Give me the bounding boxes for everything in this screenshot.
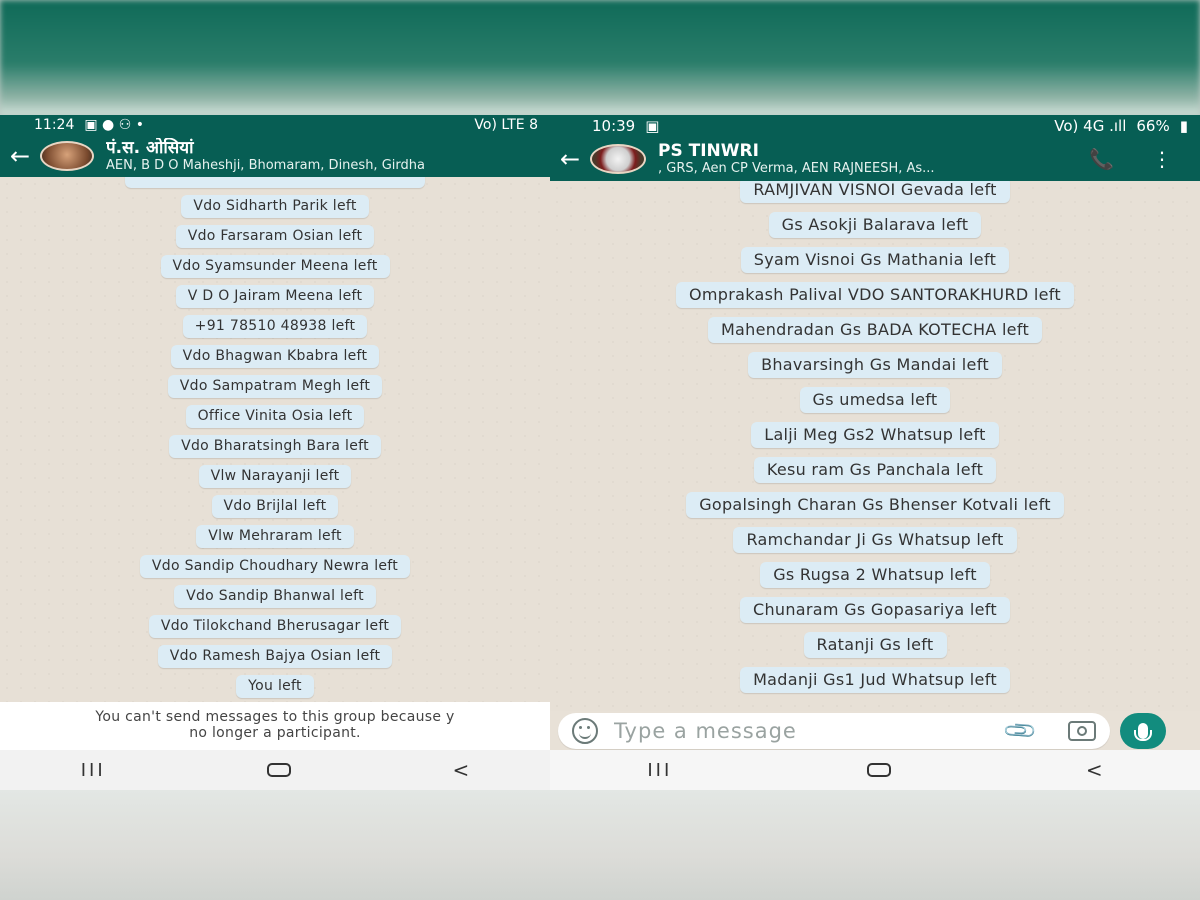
recent-apps-button[interactable]: III <box>81 760 106 781</box>
attach-icon[interactable]: 📎 <box>1002 712 1039 749</box>
more-options-icon[interactable]: ⋮ <box>1152 147 1172 171</box>
message-input[interactable] <box>614 719 997 743</box>
system-message: Omprakash Palival VDO SANTORAKHURD left <box>676 282 1074 308</box>
status-bar: 11:24 ▣ ● ⚇ • Vo) LTE 8 <box>0 115 550 135</box>
system-message: Chunaram Gs Gopasariya left <box>740 597 1010 623</box>
status-time: 10:39 <box>592 117 636 135</box>
system-message: Bhavarsingh Gs Mandai left <box>748 352 1002 378</box>
not-participant-notice: You can't send messages to this group be… <box>0 702 550 750</box>
nav-back-button[interactable]: < <box>1086 758 1103 782</box>
system-message: Ratanji Gs left <box>803 632 947 658</box>
message-input-box[interactable]: 📎 <box>558 712 1110 750</box>
system-message: Vdo Sidharth Parik left <box>181 195 369 218</box>
system-message: Gopalsingh Charan Gs Bhenser Kotvali lef… <box>686 492 1064 518</box>
signal-icon: Vo) LTE 8 <box>474 117 538 133</box>
home-button[interactable] <box>867 763 892 777</box>
system-message: Lalji Meg Gs2 Whatsup left <box>751 422 999 448</box>
system-message: Vdo Sandip Choudhary Newra left <box>139 555 411 578</box>
camera-icon[interactable] <box>1068 721 1096 741</box>
system-message: Gs Asokji Balarava left <box>768 212 982 238</box>
system-message-partial: . <box>125 177 425 188</box>
voice-record-button[interactable] <box>1120 713 1166 749</box>
battery-icon: ▮ <box>1179 117 1188 135</box>
notice-line-1: You can't send messages to this group be… <box>95 709 455 725</box>
group-title: पं.स. ओसियां <box>106 138 194 158</box>
group-avatar[interactable] <box>40 141 94 171</box>
message-list: RAMJIVAN VISNOI Gevada left Gs Asokji Ba… <box>550 181 1200 693</box>
group-participants: , GRS, Aen CP Verma, AEN RAJNEESH, As... <box>658 161 935 176</box>
blurred-background-header <box>0 0 1200 115</box>
chat-title-block[interactable]: PS TINWRI , GRS, Aen CP Verma, AEN RAJNE… <box>658 141 1089 177</box>
chat-title-block[interactable]: पं.स. ओसियां AEN, B D O Maheshji, Bhomar… <box>106 138 550 174</box>
status-bar: 10:39 ▣ Vo) 4G .ıll 66% ▮ <box>550 115 1200 137</box>
system-message: Madanji Gs1 Jud Whatsup left <box>740 667 1010 693</box>
left-phone-screenshot: 11:24 ▣ ● ⚇ • Vo) LTE 8 ← पं.स. ओसियां A… <box>0 115 550 790</box>
system-message: Vdo Syamsunder Meena left <box>160 255 390 278</box>
system-message: Gs umedsa left <box>799 387 951 413</box>
right-phone-screenshot: 10:39 ▣ Vo) 4G .ıll 66% ▮ ← PS TINWRI , … <box>550 115 1200 790</box>
system-message: Vdo Sampatram Megh left <box>167 375 383 398</box>
system-message: Vdo Ramesh Bajya Osian left <box>157 645 393 668</box>
notification-icons: ▣ ● ⚇ • <box>84 117 144 133</box>
group-participants: AEN, B D O Maheshji, Bhomaram, Dinesh, G… <box>106 158 425 173</box>
android-nav-bar: III < <box>0 750 550 790</box>
message-list: . Vdo Sidharth Parik left Vdo Farsaram O… <box>0 177 550 698</box>
system-message: +91 78510 48938 left <box>182 315 368 338</box>
system-message: Vdo Bharatsingh Bara left <box>169 435 381 458</box>
system-message: Vlw Mehraram left <box>196 525 354 548</box>
chat-header: ← PS TINWRI , GRS, Aen CP Verma, AEN RAJ… <box>550 137 1200 181</box>
signal-icon: Vo) 4G .ıll <box>1054 117 1127 135</box>
microphone-icon <box>1134 723 1152 741</box>
emoji-icon[interactable] <box>572 718 598 744</box>
system-message: Kesu ram Gs Panchala left <box>753 457 997 483</box>
system-message: Vdo Bhagwan Kbabra left <box>170 345 380 368</box>
system-message: Mahendradan Gs BADA KOTECHA left <box>707 317 1043 343</box>
chat-area[interactable]: . Vdo Sidharth Parik left Vdo Farsaram O… <box>0 177 550 702</box>
system-message: RAMJIVAN VISNOI Gevada left <box>740 181 1010 203</box>
battery-percent: 66% <box>1136 117 1170 135</box>
group-avatar[interactable] <box>590 144 646 174</box>
chat-area[interactable]: RAMJIVAN VISNOI Gevada left Gs Asokji Ba… <box>550 181 1200 711</box>
group-title: PS TINWRI <box>658 141 759 161</box>
back-arrow-icon[interactable]: ← <box>10 142 40 170</box>
system-message: Office Vinita Osia left <box>185 405 365 428</box>
add-call-icon[interactable]: 📞 <box>1089 147 1114 171</box>
gallery-notification-icon: ▣ <box>645 117 660 135</box>
recent-apps-button[interactable]: III <box>647 760 672 781</box>
system-message: Vlw Narayanji left <box>198 465 352 488</box>
chat-header: ← पं.स. ओसियां AEN, B D O Maheshji, Bhom… <box>0 135 550 177</box>
system-message: Ramchandar Ji Gs Whatsup left <box>733 527 1017 553</box>
home-button[interactable] <box>267 763 292 777</box>
android-nav-bar: III < <box>550 750 1200 790</box>
blurred-background-footer <box>0 790 1200 900</box>
system-message: Gs Rugsa 2 Whatsup left <box>760 562 990 588</box>
back-arrow-icon[interactable]: ← <box>560 145 590 173</box>
message-composer: 📎 <box>558 711 1200 751</box>
system-message: Vdo Tilokchand Bherusagar left <box>148 615 402 638</box>
nav-back-button[interactable]: < <box>452 758 469 782</box>
status-time: 11:24 <box>34 117 75 133</box>
system-message: Syam Visnoi Gs Mathania left <box>740 247 1010 273</box>
system-message: Vdo Brijlal left <box>211 495 339 518</box>
notice-line-2: no longer a participant. <box>189 725 361 741</box>
system-message: You left <box>236 675 314 698</box>
system-message: V D O Jairam Meena left <box>175 285 375 308</box>
system-message: Vdo Farsaram Osian left <box>175 225 375 248</box>
system-message: Vdo Sandip Bhanwal left <box>174 585 376 608</box>
